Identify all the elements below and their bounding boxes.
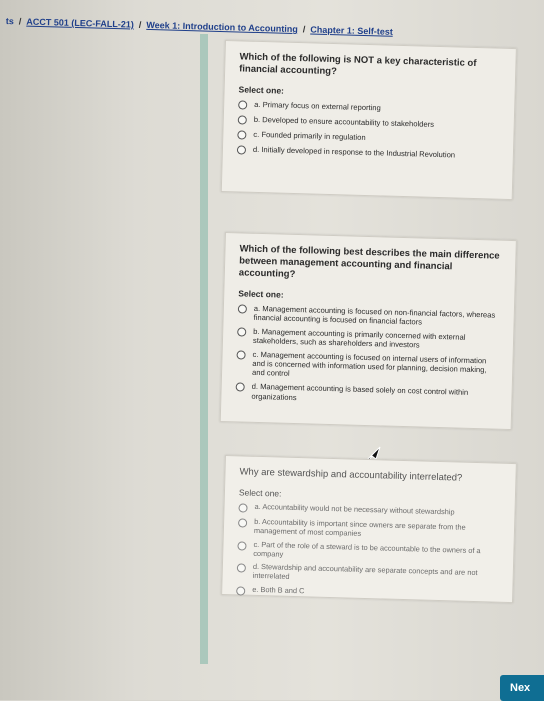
question-text: Which of the following best describes th… [238, 243, 500, 280]
answer-option-label[interactable]: e. Both B and C [252, 585, 304, 596]
answer-option[interactable]: c. Part of the role of a steward is to b… [237, 539, 501, 565]
radio-icon[interactable] [236, 145, 247, 155]
question-card-1: Which of the following is NOT a key char… [220, 40, 517, 201]
answer-option-label[interactable]: c. Part of the role of a steward is to b… [253, 539, 501, 565]
radio-icon[interactable] [237, 304, 247, 314]
answer-option-label[interactable]: a. Primary focus on external reporting [254, 100, 381, 113]
answer-option-label[interactable]: d. Initially developed in response to th… [253, 145, 455, 160]
answer-option[interactable]: b. Management accounting is primarily co… [237, 326, 501, 352]
breadcrumb-prefix: ts [5, 16, 15, 27]
answer-option[interactable]: b. Developed to ensure accountability to… [237, 114, 502, 131]
answer-option[interactable]: a. Primary focus on external reporting [238, 99, 502, 116]
answer-option[interactable]: d. Management accounting is based solely… [235, 382, 499, 408]
radio-icon[interactable] [236, 350, 246, 360]
answer-option-label[interactable]: d. Management accounting is based solely… [251, 382, 499, 407]
question-card-2: Which of the following best describes th… [219, 232, 517, 431]
answer-option[interactable]: c. Management accounting is focused on i… [236, 349, 501, 384]
answer-option[interactable]: d. Stewardship and accountability are se… [236, 562, 501, 588]
answer-option-label[interactable]: b. Developed to ensure accountability to… [254, 115, 434, 129]
radio-icon[interactable] [235, 382, 245, 392]
answer-option[interactable]: c. Founded primarily in regulation [237, 129, 501, 146]
answer-option-label[interactable]: c. Management accounting is focused on i… [252, 350, 501, 384]
radio-icon[interactable] [238, 503, 248, 513]
radio-icon[interactable] [238, 100, 248, 110]
question-card-3: Why are stewardship and accountability i… [221, 455, 517, 604]
answer-option[interactable]: a. Management accounting is focused on n… [237, 303, 502, 329]
breadcrumb-separator: / [138, 19, 142, 30]
answer-option-label[interactable]: a. Management accounting is focused on n… [254, 303, 502, 328]
answer-option[interactable]: b. Accountability is important since own… [237, 517, 502, 543]
radio-icon[interactable] [236, 563, 246, 573]
question-text: Why are stewardship and accountability i… [239, 466, 463, 484]
radio-icon[interactable] [237, 130, 247, 140]
radio-icon[interactable] [237, 327, 247, 337]
radio-icon[interactable] [237, 115, 247, 125]
radio-icon[interactable] [236, 586, 246, 596]
question-text: Which of the following is NOT a key char… [239, 51, 477, 78]
select-one-label: Select one: [238, 288, 284, 300]
radio-icon[interactable] [237, 518, 248, 528]
next-page-button[interactable]: Nex [500, 675, 544, 701]
radio-icon[interactable] [237, 541, 247, 551]
answer-option-label[interactable]: a. Accountability would not be necessary… [254, 502, 454, 517]
answer-option[interactable]: d. Initially developed in response to th… [236, 144, 501, 161]
breadcrumb-separator: / [302, 24, 306, 35]
answer-option-label[interactable]: b. Accountability is important since own… [254, 517, 502, 543]
answer-option-label[interactable]: d. Stewardship and accountability are se… [252, 562, 500, 588]
breadcrumb-separator: / [18, 16, 22, 27]
answer-option-label[interactable]: b. Management accounting is primarily co… [253, 327, 501, 352]
answer-option-label[interactable]: c. Founded primarily in regulation [253, 130, 365, 142]
select-one-label: Select one: [238, 84, 285, 96]
question-nav-accent-bar [200, 34, 208, 664]
